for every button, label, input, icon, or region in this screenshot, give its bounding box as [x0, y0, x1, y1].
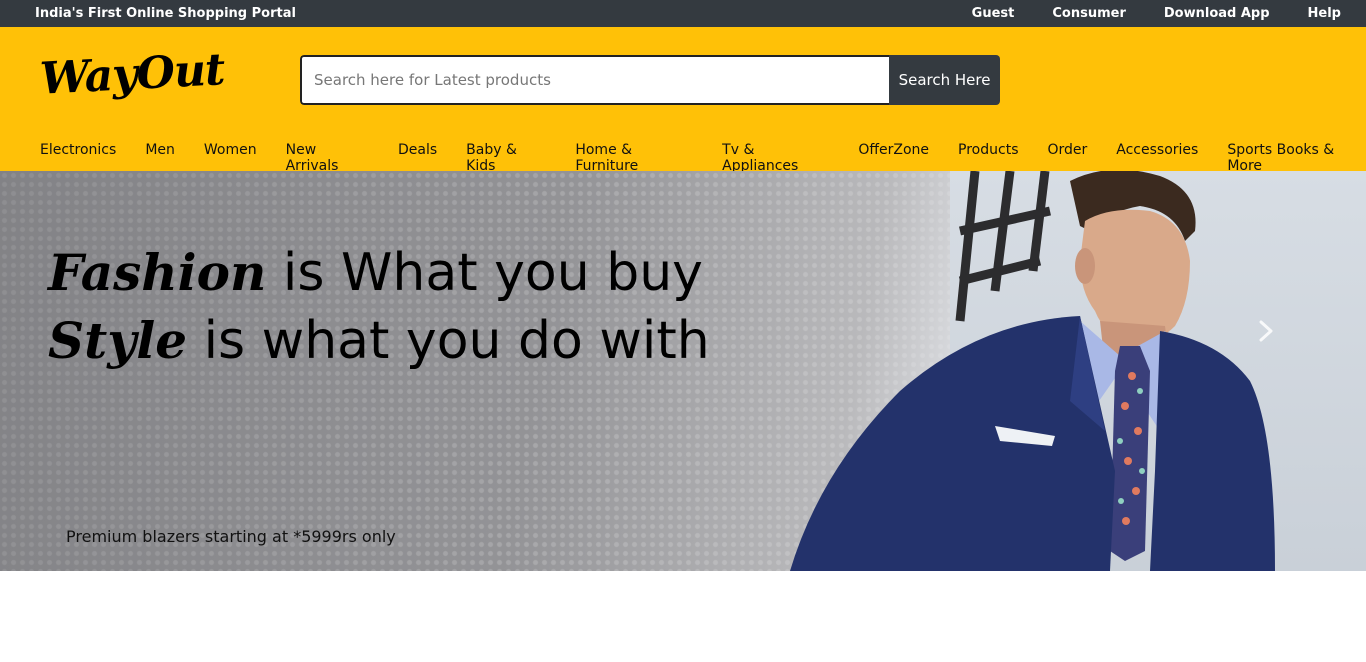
nav-item-tv-appliances[interactable]: Tv & Appliances: [722, 142, 829, 174]
download-app-link[interactable]: Download App: [1164, 6, 1270, 21]
hero-caption: Premium blazers starting at *5999rs only: [66, 527, 396, 546]
top-links: Guest Consumer Download App Help: [934, 6, 1341, 21]
search-input[interactable]: [300, 55, 889, 105]
nav-item-new-arrivals[interactable]: New Arrivals: [286, 142, 369, 174]
nav-item-electronics[interactable]: Electronics: [40, 142, 116, 174]
nav-item-products[interactable]: Products: [958, 142, 1018, 174]
headline-line-2: Style is what you do with: [48, 307, 710, 375]
consumer-link[interactable]: Consumer: [1052, 6, 1126, 21]
nav-item-order[interactable]: Order: [1047, 142, 1087, 174]
nav-item-baby-kids[interactable]: Baby & Kids: [466, 142, 546, 174]
headline-fashion: Fashion: [48, 243, 267, 302]
guest-link[interactable]: Guest: [972, 6, 1015, 21]
tagline: India's First Online Shopping Portal: [35, 6, 296, 21]
headline-line-2-rest: is what you do with: [187, 311, 710, 371]
nav-item-home-furniture[interactable]: Home & Furniture: [575, 142, 693, 174]
category-nav: Electronics Men Women New Arrivals Deals…: [40, 142, 1366, 174]
chevron-right-icon[interactable]: [1252, 317, 1280, 345]
site-header: WayOut Search Here Electronics Men Women…: [0, 27, 1366, 174]
site-logo[interactable]: WayOut: [39, 44, 226, 105]
headline-style: Style: [48, 311, 188, 370]
search-bar: Search Here: [300, 55, 1000, 105]
model-illustration: [790, 171, 1275, 571]
top-bar: India's First Online Shopping Portal Gue…: [0, 0, 1366, 27]
help-link[interactable]: Help: [1308, 6, 1341, 21]
nav-item-accessories[interactable]: Accessories: [1116, 142, 1198, 174]
nav-item-offerzone[interactable]: OfferZone: [858, 142, 929, 174]
nav-item-deals[interactable]: Deals: [398, 142, 437, 174]
search-button[interactable]: Search Here: [889, 55, 1000, 105]
hero-carousel: Fashion is What you buy Style is what yo…: [0, 171, 1366, 571]
nav-item-women[interactable]: Women: [204, 142, 257, 174]
nav-item-sports-books-more[interactable]: Sports Books & More: [1227, 142, 1366, 174]
headline-line-1-rest: is What you buy: [266, 243, 703, 303]
hero-headline: Fashion is What you buy Style is what yo…: [48, 239, 710, 375]
headline-line-1: Fashion is What you buy: [48, 239, 710, 307]
nav-item-men[interactable]: Men: [145, 142, 175, 174]
